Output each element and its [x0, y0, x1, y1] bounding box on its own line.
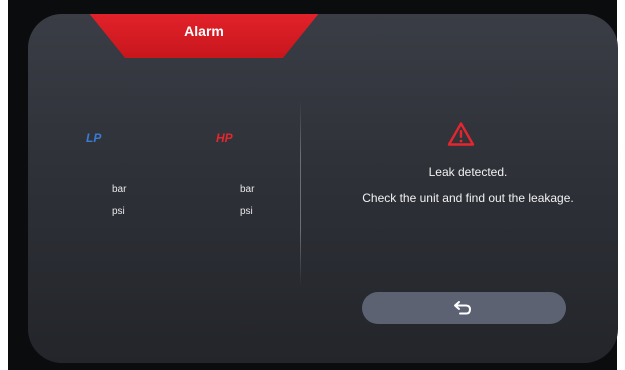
screen-frame: Alarm LP HP bar psi bar psi Leak detecte…: [8, 0, 618, 370]
back-button[interactable]: [362, 292, 566, 324]
alarm-message-title: Leak detected.: [428, 165, 508, 179]
alarm-title: Alarm: [184, 23, 224, 39]
return-arrow-icon: [454, 301, 472, 315]
hp-unit-bar: bar: [240, 184, 255, 195]
warning-triangle-icon: [447, 122, 475, 146]
panel-divider: [300, 100, 301, 286]
lp-unit-psi: psi: [112, 206, 125, 217]
hp-label: HP: [216, 131, 233, 145]
lp-label: LP: [86, 131, 102, 145]
alarm-panel: Alarm LP HP bar psi bar psi Leak detecte…: [28, 14, 618, 363]
lp-unit-bar: bar: [112, 184, 127, 195]
hp-unit-psi: psi: [240, 206, 253, 217]
alarm-message-detail: Check the unit and find out the leakage.: [362, 191, 574, 205]
